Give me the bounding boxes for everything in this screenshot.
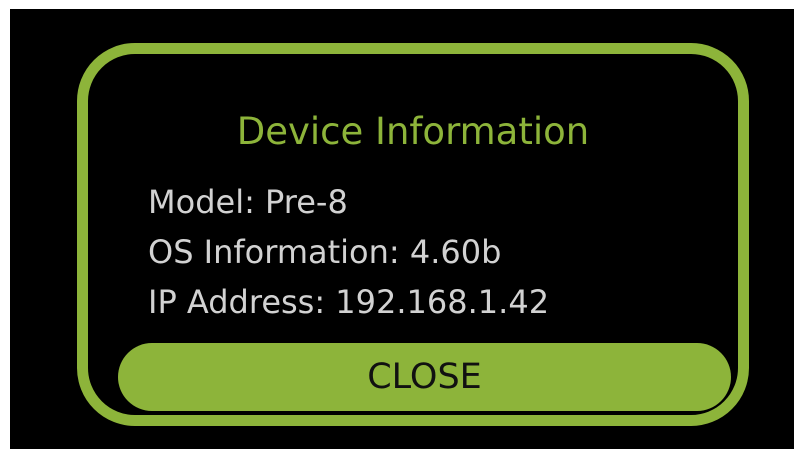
device-information-dialog: Device Information Model: Pre-8 OS Infor… <box>77 43 749 426</box>
device-screen: Device Information Model: Pre-8 OS Infor… <box>10 9 794 449</box>
model-info: Model: Pre-8 <box>148 183 348 221</box>
os-information: OS Information: 4.60b <box>148 233 502 271</box>
ip-address-info: IP Address: 192.168.1.42 <box>148 283 550 321</box>
dialog-title: Device Information <box>236 110 590 153</box>
close-button[interactable]: CLOSE <box>118 343 731 411</box>
